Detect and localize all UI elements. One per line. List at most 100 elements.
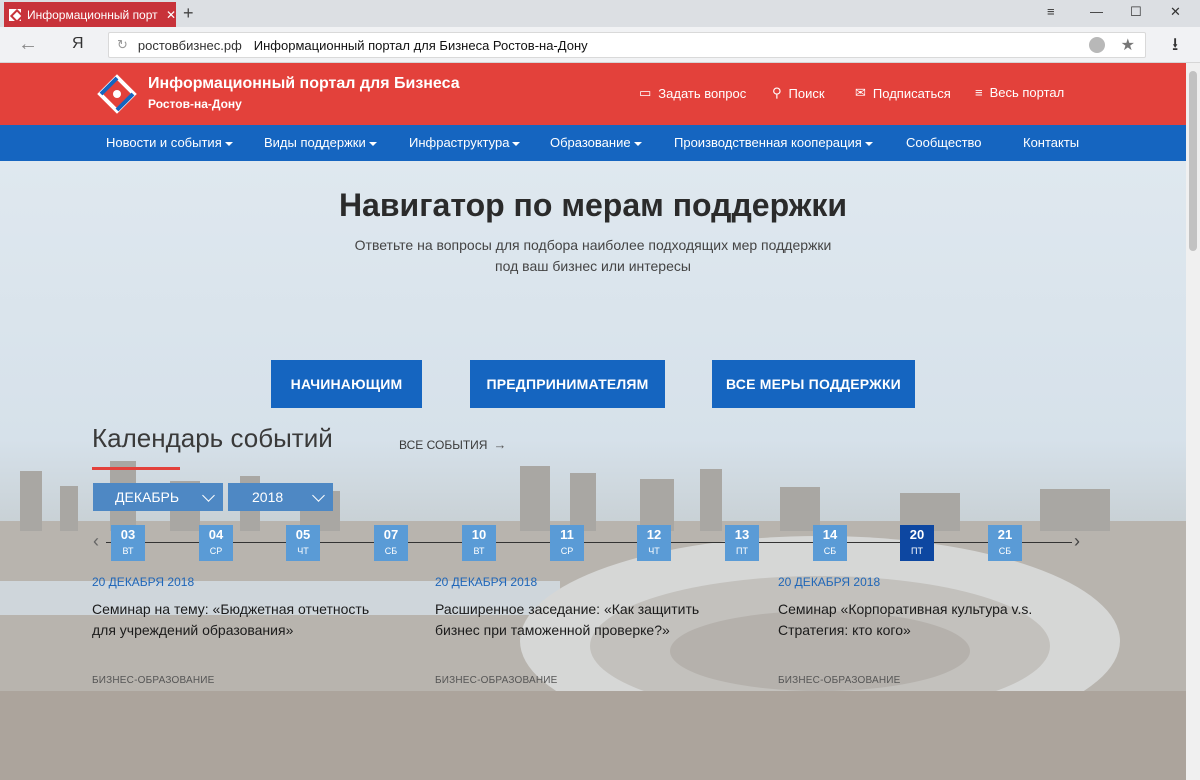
nav-infrastructure[interactable]: Инфраструктура	[409, 135, 521, 150]
url-field[interactable]: ↻ ростовбизнес.рф Информационный портал …	[108, 32, 1146, 58]
menu-icon: ≡	[975, 85, 983, 100]
downloads-icon[interactable]: ⭳	[1172, 32, 1178, 62]
main-navigation: Новости и события Виды поддержки Инфраст…	[0, 125, 1186, 161]
timeline-day-21[interactable]: 21 СБ	[988, 525, 1022, 561]
day-of-week: СР	[209, 546, 223, 556]
caret-down-icon	[368, 141, 377, 146]
nav-support-types[interactable]: Виды поддержки	[264, 135, 377, 150]
all-support-button[interactable]: ВСЕ МЕРЫ ПОДДЕРЖКИ	[712, 360, 915, 408]
day-number: 14	[822, 527, 838, 542]
nav-support-types-label: Виды поддержки	[264, 135, 366, 150]
timeline-day-07[interactable]: 07 СБ	[374, 525, 408, 561]
minimize-button[interactable]: —	[1090, 4, 1103, 19]
hero-title: Навигатор по мерам поддержки	[338, 187, 848, 223]
extension-icon[interactable]	[1089, 37, 1105, 53]
subscribe-link[interactable]: ✉ Подписаться	[855, 85, 951, 101]
day-number: 03	[120, 527, 136, 542]
nav-education-label: Образование	[550, 135, 631, 150]
month-select[interactable]: ДЕКАБРЬ	[93, 483, 223, 511]
day-of-week: ВТ	[122, 546, 134, 556]
close-window-button[interactable]: ✕	[1170, 4, 1181, 20]
yandex-logo-icon[interactable]: Я	[72, 35, 84, 53]
day-of-week: СБ	[823, 546, 837, 556]
timeline-day-13[interactable]: 13 ПТ	[725, 525, 759, 561]
timeline-day-05[interactable]: 05 ЧТ	[286, 525, 320, 561]
event-title[interactable]: Семинар на тему: «Бюджетная отчетность д…	[92, 599, 392, 641]
event-card[interactable]: 20 ДЕКАБРЯ 2018 Расширенное заседание: «…	[435, 575, 735, 686]
tab-close-icon[interactable]: ✕	[166, 8, 176, 22]
browser-menu-icon[interactable]: ≡	[1047, 4, 1055, 19]
timeline-prev-icon[interactable]: ‹	[93, 531, 99, 552]
nav-news[interactable]: Новости и события	[106, 135, 233, 150]
timeline-day-10[interactable]: 10 ВТ	[462, 525, 496, 561]
timeline-day-04[interactable]: 04 СР	[199, 525, 233, 561]
timeline-day-20[interactable]: 20 ПТ	[900, 525, 934, 561]
year-select[interactable]: 2018	[228, 483, 333, 511]
timeline-day-03[interactable]: 03 ВТ	[111, 525, 145, 561]
day-number: 12	[646, 527, 662, 542]
day-number: 07	[383, 527, 399, 542]
year-select-value: 2018	[252, 489, 284, 505]
url-page-title: Информационный портал для Бизнеса Ростов…	[253, 37, 588, 53]
site-header: Информационный портал для Бизнеса Ростов…	[0, 63, 1186, 125]
brand-subtitle[interactable]: Ростов-на-Дону	[148, 97, 242, 111]
all-events-link[interactable]: ВСЕ СОБЫТИЯ →	[399, 437, 506, 452]
ask-question-label: Задать вопрос	[658, 85, 747, 101]
back-arrow-icon[interactable]: ←	[18, 33, 38, 56]
event-card[interactable]: 20 ДЕКАБРЯ 2018 Семинар на тему: «Бюджет…	[92, 575, 392, 686]
event-tag[interactable]: БИЗНЕС-ОБРАЗОВАНИЕ	[435, 675, 558, 686]
nav-contacts-label: Контакты	[1023, 135, 1080, 150]
site-favicon-icon	[8, 7, 22, 22]
event-date: 20 ДЕКАБРЯ 2018	[435, 575, 538, 589]
timeline-day-14[interactable]: 14 СБ	[813, 525, 847, 561]
all-portal-link[interactable]: ≡ Весь портал	[975, 85, 1064, 100]
nav-contacts[interactable]: Контакты	[1023, 135, 1079, 150]
caret-down-icon	[512, 141, 521, 146]
chat-icon: ▭	[639, 85, 652, 100]
month-select-value: ДЕКАБРЬ	[115, 489, 180, 505]
bookmark-star-icon[interactable]: ★	[1121, 35, 1135, 55]
day-number: 20	[909, 527, 925, 542]
subscribe-label: Подписаться	[872, 85, 951, 101]
brand-title[interactable]: Информационный портал для Бизнеса	[148, 75, 460, 93]
nav-cooperation[interactable]: Производственная кооперация	[674, 135, 873, 150]
scrollbar-thumb[interactable]	[1189, 71, 1197, 251]
nav-news-label: Новости и события	[106, 135, 222, 150]
event-title[interactable]: Семинар «Корпоративная культура v.s. Стр…	[778, 599, 1078, 641]
reload-icon[interactable]: ↻	[117, 37, 128, 53]
day-of-week: СБ	[998, 546, 1012, 556]
url-host: ростовбизнес.рф	[137, 37, 242, 53]
day-of-week: ВТ	[473, 546, 485, 556]
maximize-button[interactable]: ☐	[1130, 4, 1142, 20]
entrepreneurs-button[interactable]: ПРЕДПРИНИМАТЕЛЯМ	[470, 360, 665, 408]
portal-logo-icon[interactable]	[96, 73, 138, 115]
day-number: 11	[560, 527, 574, 542]
day-of-week: ЧТ	[297, 546, 309, 556]
event-date: 20 ДЕКАБРЯ 2018	[778, 575, 881, 589]
arrow-right-icon: →	[493, 437, 507, 452]
nav-education[interactable]: Образование	[550, 135, 642, 150]
timeline-day-12[interactable]: 12 ЧТ	[637, 525, 671, 561]
ask-question-link[interactable]: ▭ Задать вопрос	[639, 85, 746, 101]
day-number: 13	[734, 527, 750, 542]
day-number: 21	[997, 527, 1013, 542]
browser-tab[interactable]: Информационный порт ✕	[4, 2, 176, 27]
day-number: 10	[471, 527, 487, 542]
timeline-day-11[interactable]: 11 СР	[550, 525, 584, 561]
timeline-next-icon[interactable]: ›	[1074, 531, 1080, 552]
search-link[interactable]: ⚲ Поиск	[772, 85, 825, 101]
event-tag[interactable]: БИЗНЕС-ОБРАЗОВАНИЕ	[778, 675, 901, 686]
search-label: Поиск	[788, 85, 825, 101]
beginners-button[interactable]: НАЧИНАЮЩИМ	[271, 360, 422, 408]
event-card[interactable]: 20 ДЕКАБРЯ 2018 Семинар «Корпоративная к…	[778, 575, 1078, 686]
new-tab-button[interactable]: +	[183, 3, 194, 24]
nav-community[interactable]: Сообщество	[906, 135, 982, 150]
event-title[interactable]: Расширенное заседание: «Как защитить биз…	[435, 599, 735, 641]
tab-title: Информационный порт	[27, 7, 158, 22]
event-tag[interactable]: БИЗНЕС-ОБРАЗОВАНИЕ	[92, 675, 215, 686]
caret-down-icon	[224, 141, 233, 146]
calendar-title-underline	[92, 467, 180, 470]
calendar-title: Календарь событий	[92, 423, 333, 453]
caret-down-icon	[633, 141, 642, 146]
page-scrollbar[interactable]	[1186, 63, 1200, 780]
